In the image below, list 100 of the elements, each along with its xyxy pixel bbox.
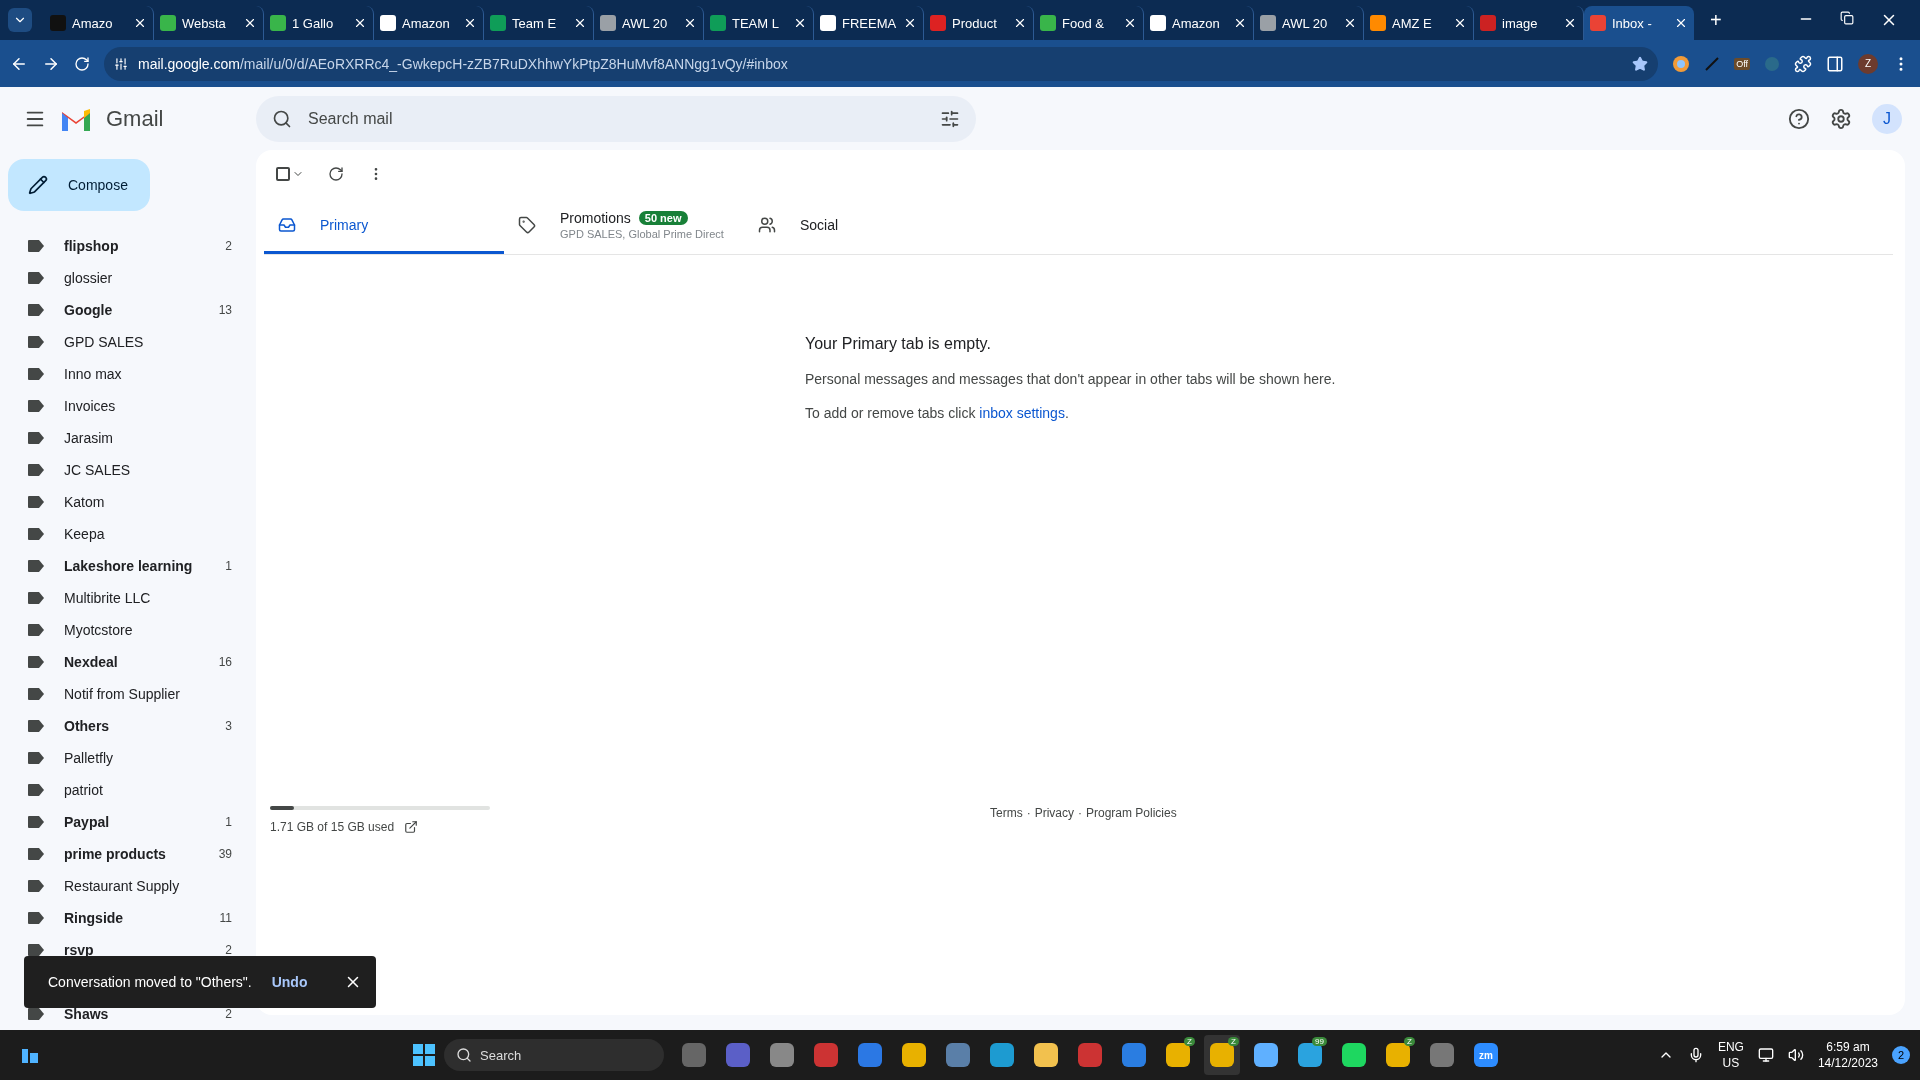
label-item[interactable]: glossier [0,262,256,294]
inbox-settings-link[interactable]: inbox settings [979,405,1065,421]
language-indicator[interactable]: ENG US [1717,1039,1744,1071]
close-icon[interactable] [1563,16,1577,30]
label-item[interactable]: prime products 39 [0,838,256,870]
clock[interactable]: 6:59 am 14/12/2023 [1817,1039,1878,1071]
side-panel-icon[interactable] [1826,54,1844,73]
close-icon[interactable] [463,16,477,30]
close-icon[interactable] [683,16,697,30]
refresh-icon[interactable] [328,166,344,182]
label-icon [28,816,44,828]
site-info-icon[interactable] [114,56,128,71]
label-item[interactable]: Notif from Supplier [0,678,256,710]
extensions-icon[interactable] [1794,54,1812,73]
label-icon [28,496,44,508]
gmail-logo-icon [60,106,92,131]
footer-link[interactable]: Privacy [1034,806,1074,834]
tab-list-button[interactable] [8,8,32,32]
checkbox[interactable] [276,167,290,181]
label-item[interactable]: Keepa [0,518,256,550]
taskbar-app[interactable]: 99 [1292,1035,1328,1075]
search-icon[interactable] [272,108,292,129]
help-icon[interactable] [1788,107,1810,130]
close-icon[interactable] [1013,16,1027,30]
label-item[interactable]: Google 13 [0,294,256,326]
close-icon[interactable] [1233,16,1247,30]
label-item[interactable]: JC SALES [0,454,256,486]
reload-icon[interactable] [74,55,90,72]
undo-button[interactable]: Undo [271,974,308,990]
label-item[interactable]: Ringside 11 [0,902,256,934]
settings-icon[interactable] [1830,107,1852,130]
close-icon[interactable] [1123,16,1137,30]
bookmark-star-icon[interactable] [1632,55,1649,72]
footer-link[interactable]: Program Policies [1086,806,1177,834]
footer-link[interactable]: Terms [990,806,1023,834]
close-icon[interactable] [573,16,587,30]
close-icon[interactable] [903,16,917,30]
close-icon[interactable] [793,16,807,30]
windows-start-icon[interactable] [412,1043,436,1067]
label-item[interactable]: Nexdeal 16 [0,646,256,678]
notification-badge[interactable]: 2 [1892,1046,1910,1064]
profile-avatar[interactable]: Z [1858,53,1878,74]
restore-icon[interactable] [1840,11,1854,25]
people-icon [758,215,776,234]
site-icon [50,15,66,31]
label-icon [28,880,44,892]
label-item[interactable]: Inno max [0,358,256,390]
search-bar[interactable]: Search mail [256,95,976,142]
account-avatar[interactable]: J [1872,103,1902,134]
label-item[interactable]: Myotcstore [0,614,256,646]
empty-message: Personal messages and messages that don't appear in other tabs will be shown here. [805,371,1337,387]
compose-button[interactable]: Compose [8,159,150,211]
label-item[interactable]: Jarasim [0,422,256,454]
label-item[interactable]: Katom [0,486,256,518]
label-item[interactable]: flipshop 2 [0,230,256,262]
label-item[interactable]: Multibrite LLC [0,582,256,614]
address-field[interactable]: mail.google.com/mail/u/0/d/AEoRXRRc4_-GwkepcH-zZB7RuDXhhwYkPtpZ8HuMvf8ANNgg1vQy/#inbox [104,46,1659,81]
category-tab[interactable]: Promotions 50 new GPD SALES, Global Prime Direct [504,198,744,254]
extension-badge[interactable]: Off [1734,57,1750,70]
label-item[interactable]: patriot [0,774,256,806]
taskbar-app[interactable]: Z [1380,1035,1416,1075]
category-tab[interactable]: Social [744,198,984,254]
site-icon [1040,15,1056,31]
app-badge: 99 [1312,1037,1327,1046]
extension-icon[interactable] [1672,54,1691,73]
close-icon[interactable] [133,16,147,30]
pencil-icon [28,175,48,195]
label-item[interactable]: Invoices [0,390,256,422]
site-icon [1150,15,1166,31]
label-item[interactable]: Restaurant Supply [0,870,256,902]
close-icon[interactable] [243,16,257,30]
network-icon[interactable] [1757,1047,1774,1063]
close-icon[interactable] [1674,16,1688,30]
label-item[interactable]: Lakeshore learning 1 [0,550,256,582]
filter-icon[interactable] [940,108,960,129]
label-icon [28,400,44,412]
label-item[interactable]: Others 3 [0,710,256,742]
new-tab-button[interactable]: + [1710,8,1722,32]
label-icon [28,752,44,764]
label-item[interactable]: GPD SALES [0,326,256,358]
close-icon[interactable] [1343,16,1357,30]
label-icon [28,464,44,476]
external-link-icon[interactable] [404,820,419,834]
browser-tab[interactable]: Inbox - [1584,6,1694,40]
separator: · [1078,806,1082,822]
close-icon[interactable] [353,16,367,30]
taskbar-search[interactable]: Search [444,1039,664,1071]
label-icon [28,656,44,668]
taskbar-app[interactable]: Z [1204,1035,1240,1075]
search-field[interactable]: Search mail [306,108,926,129]
category-tab[interactable]: Primary [264,198,504,254]
search-icon [456,1047,472,1063]
site-icon [380,15,396,31]
site-icon [1370,15,1386,31]
taskbar-app[interactable]: Z [1160,1035,1196,1075]
volume-icon[interactable] [1787,1047,1804,1063]
close-icon[interactable] [1453,16,1467,30]
label-item[interactable]: Palletfly [0,742,256,774]
label-item[interactable]: Paypal 1 [0,806,256,838]
app-title: Gmail [106,105,164,132]
